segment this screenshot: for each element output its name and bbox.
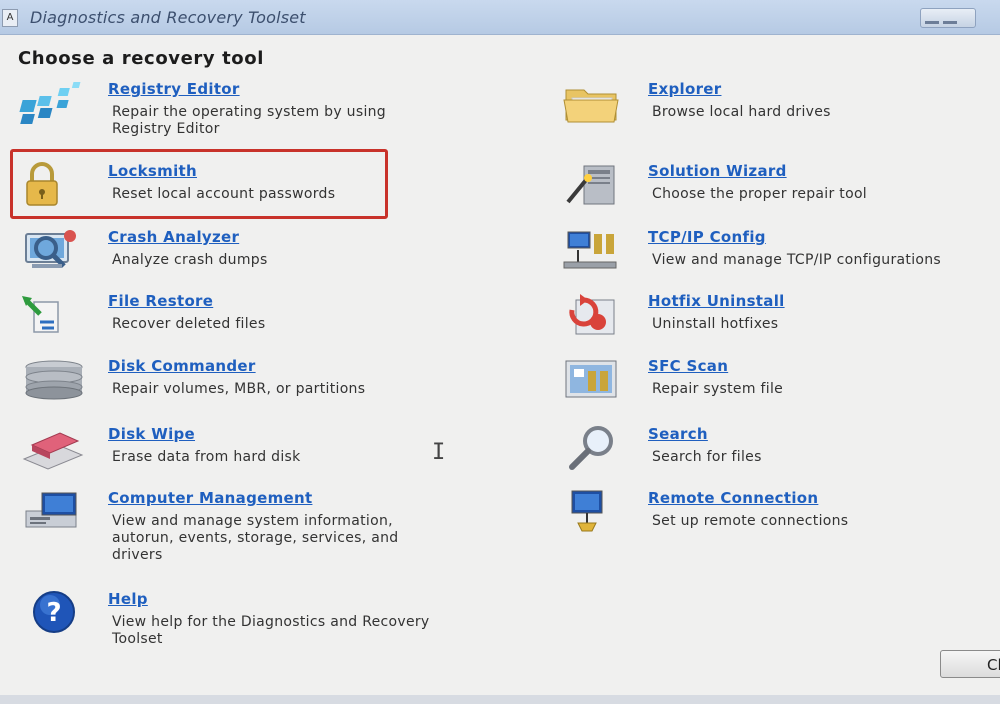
sfc-scan-desc: Repair system file xyxy=(652,381,784,397)
wizard-icon xyxy=(558,162,618,210)
svg-text:?: ? xyxy=(46,598,61,628)
crash-analyzer-link[interactable]: Crash Analyzer xyxy=(108,228,239,246)
solution-wizard-link[interactable]: Solution Wizard xyxy=(648,162,787,180)
computer-management-desc-line3: drivers xyxy=(112,547,163,563)
help-link[interactable]: Help xyxy=(108,590,148,608)
file-restore-desc: Recover deleted files xyxy=(112,316,266,332)
tool-help: ? Help View help for the Diagnostics and… xyxy=(18,590,538,650)
help-desc-line2: Toolset xyxy=(112,631,163,647)
tool-hotfix-uninstall: Hotfix Uninstall Uninstall hotfixes xyxy=(558,292,998,342)
sfc-scan-link[interactable]: SFC Scan xyxy=(648,357,728,375)
computer-management-desc: View and manage system information, auto… xyxy=(112,513,398,564)
hotfix-uninstall-link[interactable]: Hotfix Uninstall xyxy=(648,292,785,310)
file-restore-link[interactable]: File Restore xyxy=(108,292,213,310)
search-desc: Search for files xyxy=(652,449,762,465)
explorer-desc: Browse local hard drives xyxy=(652,104,831,120)
remote-connection-desc: Set up remote connections xyxy=(652,513,849,529)
computer-management-icon xyxy=(18,489,78,537)
selection-highlight-box xyxy=(10,149,388,219)
registry-editor-link[interactable]: Registry Editor xyxy=(108,80,240,98)
tool-computer-management: Computer Management View and manage syst… xyxy=(18,489,498,569)
tool-registry-editor: Registry Editor Repair the operating sys… xyxy=(18,80,498,140)
eraser-icon xyxy=(18,425,84,473)
crash-analyzer-desc: Analyze crash dumps xyxy=(112,252,268,268)
tool-sfc-scan: SFC Scan Repair system file xyxy=(558,357,998,407)
tool-disk-commander: Disk Commander Repair volumes, MBR, or p… xyxy=(18,357,498,407)
search-link[interactable]: Search xyxy=(648,425,708,443)
explorer-link[interactable]: Explorer xyxy=(648,80,721,98)
page-heading: Choose a recovery tool xyxy=(18,48,265,69)
text-cursor-icon: I xyxy=(432,440,446,465)
tool-disk-wipe: Disk Wipe Erase data from hard disk xyxy=(18,425,498,475)
tool-search: Search Search for files xyxy=(558,425,998,475)
help-desc: View help for the Diagnostics and Recove… xyxy=(112,614,430,648)
disk-stack-icon xyxy=(18,357,83,405)
disk-wipe-link[interactable]: Disk Wipe xyxy=(108,425,195,443)
hotfix-uninstall-icon xyxy=(558,292,618,340)
computer-management-desc-line1: View and manage system information, xyxy=(112,513,393,529)
folder-icon xyxy=(558,80,619,128)
file-restore-icon xyxy=(18,292,78,340)
tool-remote-connection: Remote Connection Set up remote connecti… xyxy=(558,489,998,539)
tool-solution-wizard: Solution Wizard Choose the proper repair… xyxy=(558,162,998,212)
app-icon: A xyxy=(2,9,18,27)
title-bar: A Diagnostics and Recovery Toolset xyxy=(0,0,1000,35)
remote-connection-icon xyxy=(558,489,618,537)
tool-crash-analyzer: Crash Analyzer Analyze crash dumps xyxy=(18,228,498,278)
tcpip-config-desc: View and manage TCP/IP configurations xyxy=(652,252,942,268)
solution-wizard-desc: Choose the proper repair tool xyxy=(652,186,868,202)
help-desc-line1: View help for the Diagnostics and Recove… xyxy=(112,614,430,630)
tcpip-config-link[interactable]: TCP/IP Config xyxy=(648,228,766,246)
window-title: Diagnostics and Recovery Toolset xyxy=(30,8,306,27)
registry-editor-desc-line2: Registry Editor xyxy=(112,121,220,137)
tool-tcpip-config: TCP/IP Config View and manage TCP/IP con… xyxy=(558,228,998,278)
close-button[interactable]: Cl xyxy=(940,650,1000,678)
remote-connection-link[interactable]: Remote Connection xyxy=(648,489,818,507)
hotfix-uninstall-desc: Uninstall hotfixes xyxy=(652,316,779,332)
tool-explorer: Explorer Browse local hard drives xyxy=(558,80,998,130)
sfc-scan-icon xyxy=(558,357,618,405)
crash-analyzer-icon xyxy=(18,228,78,276)
registry-editor-icon xyxy=(18,80,81,128)
bottom-border xyxy=(0,695,1000,704)
minimize-button[interactable] xyxy=(920,8,976,28)
help-icon: ? xyxy=(18,590,78,638)
registry-editor-desc: Repair the operating system by using Reg… xyxy=(112,104,386,138)
disk-commander-desc: Repair volumes, MBR, or partitions xyxy=(112,381,366,397)
registry-editor-desc-line1: Repair the operating system by using xyxy=(112,104,386,120)
disk-wipe-desc: Erase data from hard disk xyxy=(112,449,301,465)
disk-commander-link[interactable]: Disk Commander xyxy=(108,357,256,375)
computer-management-desc-line2: autorun, events, storage, services, and xyxy=(112,530,399,546)
tool-file-restore: File Restore Recover deleted files xyxy=(18,292,498,342)
computer-management-link[interactable]: Computer Management xyxy=(108,489,312,507)
magnifier-icon xyxy=(558,425,618,473)
network-config-icon xyxy=(558,228,618,276)
